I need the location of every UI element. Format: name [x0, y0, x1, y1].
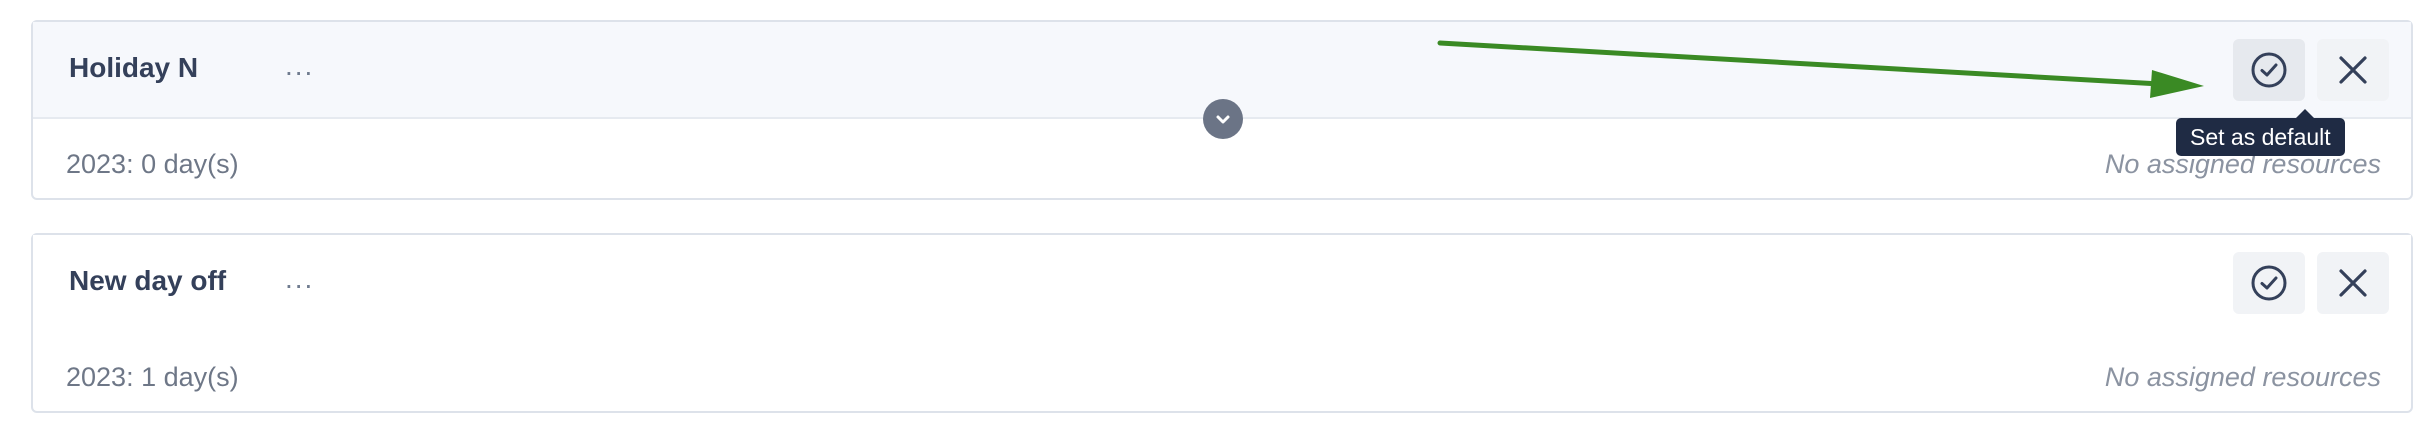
year-summary: 2023: 0 day(s) [66, 149, 239, 179]
close-icon [2339, 269, 2367, 297]
remove-button[interactable] [2317, 252, 2389, 314]
more-options[interactable]: ... [285, 50, 314, 82]
remove-button[interactable] [2317, 39, 2389, 101]
close-icon [2339, 56, 2367, 84]
holiday-card: New day off ... 2023: 1 day(s) No assign… [31, 233, 2413, 413]
holiday-name: Holiday N [69, 52, 199, 83]
more-options[interactable]: ... [285, 263, 314, 295]
year-summary: 2023: 1 day(s) [66, 362, 239, 392]
set-default-button[interactable] [2233, 39, 2305, 101]
holiday-name: New day off [69, 265, 227, 296]
set-default-tooltip: Set as default [2176, 109, 2345, 156]
assigned-resources: No assigned resources [2104, 362, 2381, 392]
check-circle-icon [2251, 52, 2287, 88]
holiday-list: Holiday N ... 2023: 0 day(s) No assigned… [0, 0, 2434, 434]
check-circle-icon [2251, 265, 2287, 301]
set-default-button[interactable] [2233, 252, 2305, 314]
expand-toggle-button[interactable] [1203, 99, 1243, 139]
chevron-down-icon [1216, 115, 1230, 124]
holiday-card-header[interactable]: New day off ... [33, 235, 2411, 332]
